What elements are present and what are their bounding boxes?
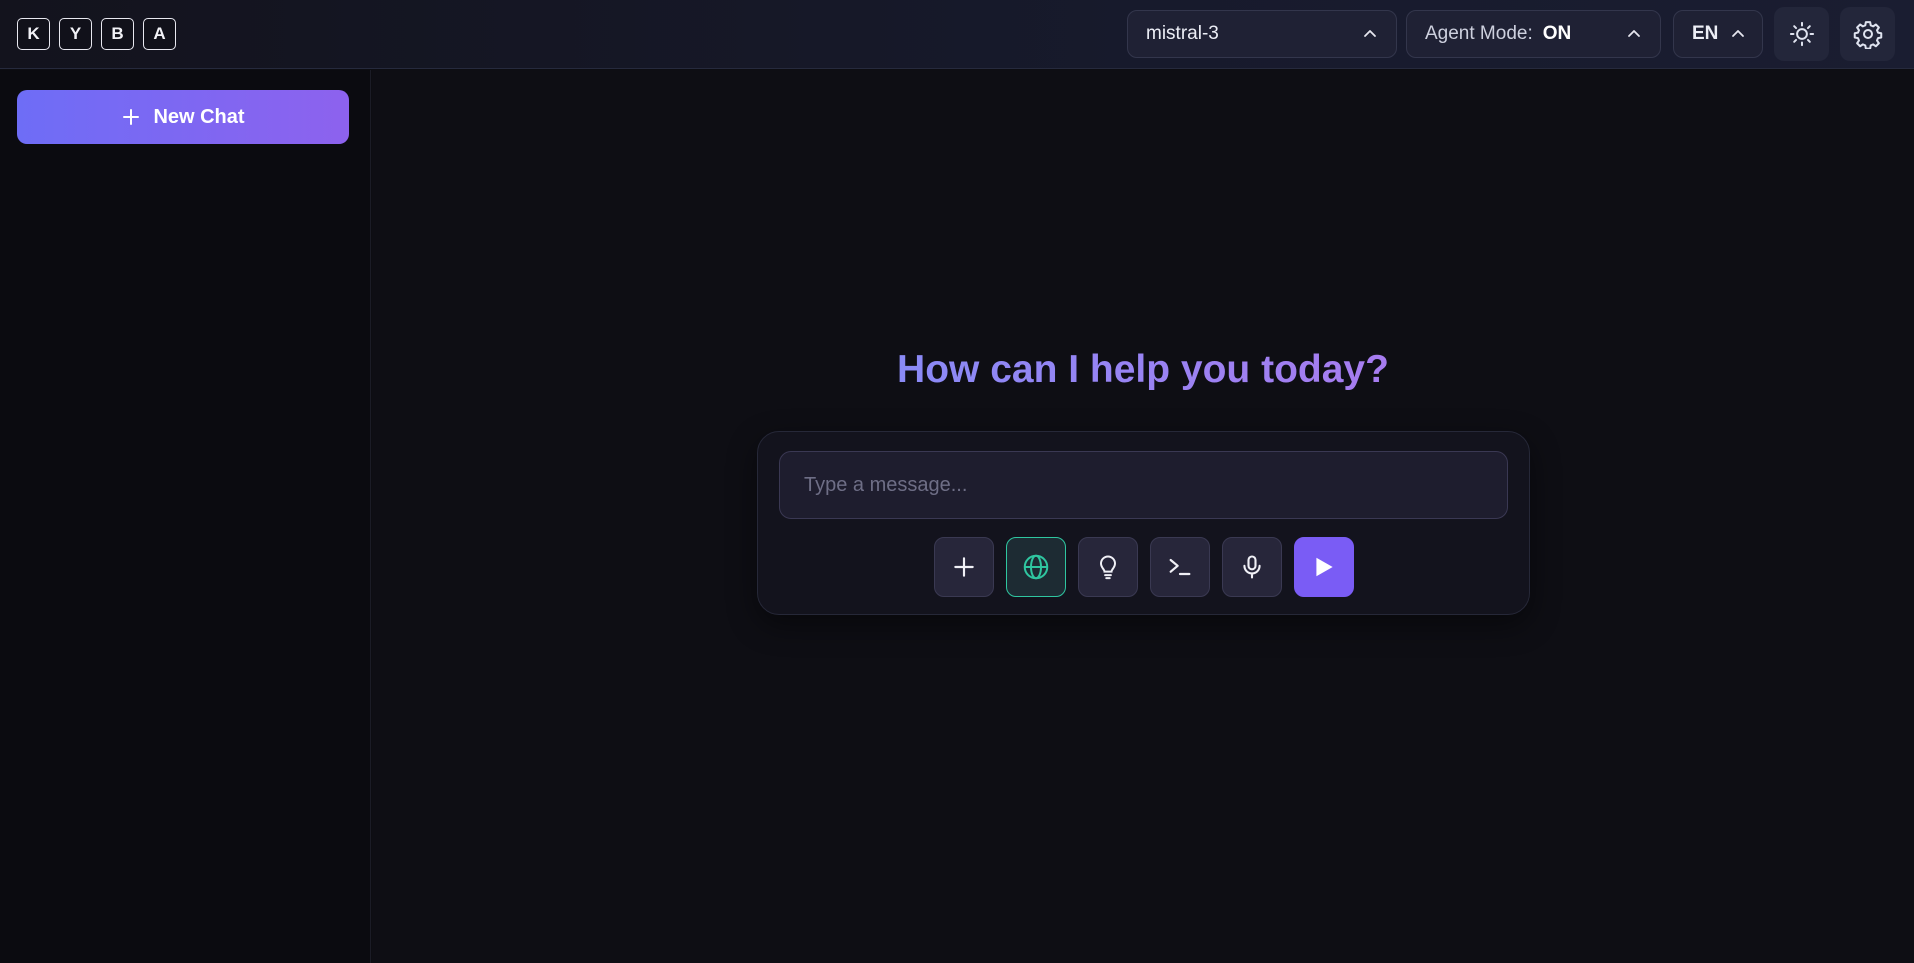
language-value: EN [1692,23,1719,44]
microphone-icon [1243,555,1261,579]
new-chat-button[interactable]: New Chat [17,90,349,144]
theme-toggle-button[interactable] [1774,7,1829,61]
chevron-up-icon [1628,30,1640,37]
send-button[interactable] [1294,537,1354,597]
terminal-icon [1169,558,1191,576]
app-logo[interactable]: K Y B A [17,18,176,50]
logo-key-b: B [101,18,134,50]
model-select-value: mistral-3 [1146,23,1219,44]
plus-icon [123,109,140,125]
agent-mode-label: Agent Mode: [1425,23,1533,44]
gear-icon [1853,21,1882,49]
plus-icon [954,557,974,577]
new-chat-label: New Chat [153,105,245,128]
agent-mode-value: ON [1542,23,1572,44]
microphone-button[interactable] [1222,537,1282,597]
model-select[interactable]: mistral-3 [1127,10,1397,58]
message-input[interactable] [779,451,1508,519]
chevron-up-icon [1732,30,1744,37]
attach-button[interactable] [934,537,994,597]
web-search-button[interactable] [1006,537,1066,597]
chevron-up-icon [1364,30,1376,37]
lightbulb-icon [1100,555,1116,580]
logo-key-y: Y [59,18,92,50]
main-area: How can I help you today? [372,70,1914,963]
top-bar: K Y B A mistral-3 Agent Mode: ON EN [0,0,1914,69]
agent-mode-select[interactable]: Agent Mode: ON [1406,10,1661,58]
message-composer [757,431,1530,615]
logo-key-k: K [17,18,50,50]
welcome-headline: How can I help you today? [372,348,1914,392]
terminal-button[interactable] [1150,537,1210,597]
language-select[interactable]: EN [1673,10,1763,58]
headline-text: How can I help you today? [897,348,1389,391]
sun-icon [1789,21,1814,47]
send-icon [1316,557,1333,577]
composer-toolbar [934,537,1354,597]
logo-key-a: A [143,18,176,50]
sidebar: New Chat [0,70,371,963]
settings-button[interactable] [1840,7,1895,61]
globe-icon [1023,554,1049,580]
reasoning-button[interactable] [1078,537,1138,597]
